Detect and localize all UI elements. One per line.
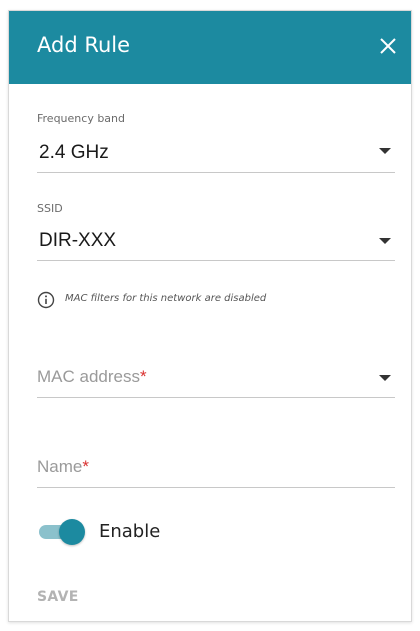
- info-note-text: MAC filters for this network are disable…: [65, 293, 267, 304]
- frequency-band-value: 2.4 GHz: [39, 142, 109, 163]
- frequency-band-select[interactable]: Frequency band 2.4 GHz: [37, 112, 395, 174]
- ssid-underline: [37, 260, 395, 261]
- dialog-header: Add Rule: [9, 11, 411, 84]
- ssid-value: DIR-XXX: [39, 230, 117, 251]
- info-note: MAC filters for this network are disable…: [37, 291, 397, 311]
- save-button[interactable]: SAVE: [37, 589, 79, 605]
- mac-address-placeholder: MAC address*: [37, 367, 147, 386]
- required-asterisk: *: [82, 457, 89, 476]
- chevron-down-icon: [379, 375, 391, 381]
- dialog-title: Add Rule: [37, 33, 131, 57]
- toggle-knob: [59, 519, 85, 545]
- chevron-down-icon: [379, 238, 391, 244]
- mac-address-underline: [37, 397, 395, 398]
- close-icon[interactable]: [377, 35, 399, 57]
- enable-toggle[interactable]: [39, 517, 85, 547]
- name-placeholder: Name*: [37, 457, 89, 476]
- frequency-band-label: Frequency band: [37, 112, 125, 125]
- ssid-select[interactable]: SSID DIR-XXX: [37, 202, 395, 262]
- info-icon: [37, 291, 55, 309]
- chevron-down-icon: [379, 148, 391, 154]
- required-asterisk: *: [139, 367, 147, 386]
- ssid-label: SSID: [37, 202, 63, 215]
- frequency-band-underline: [37, 172, 395, 173]
- enable-label: Enable: [99, 521, 161, 542]
- name-field[interactable]: Name*: [37, 453, 395, 489]
- name-underline: [37, 487, 395, 488]
- mac-address-field[interactable]: MAC address*: [37, 363, 395, 399]
- add-rule-dialog: Add Rule Frequency band 2.4 GHz SSID DIR…: [8, 10, 412, 622]
